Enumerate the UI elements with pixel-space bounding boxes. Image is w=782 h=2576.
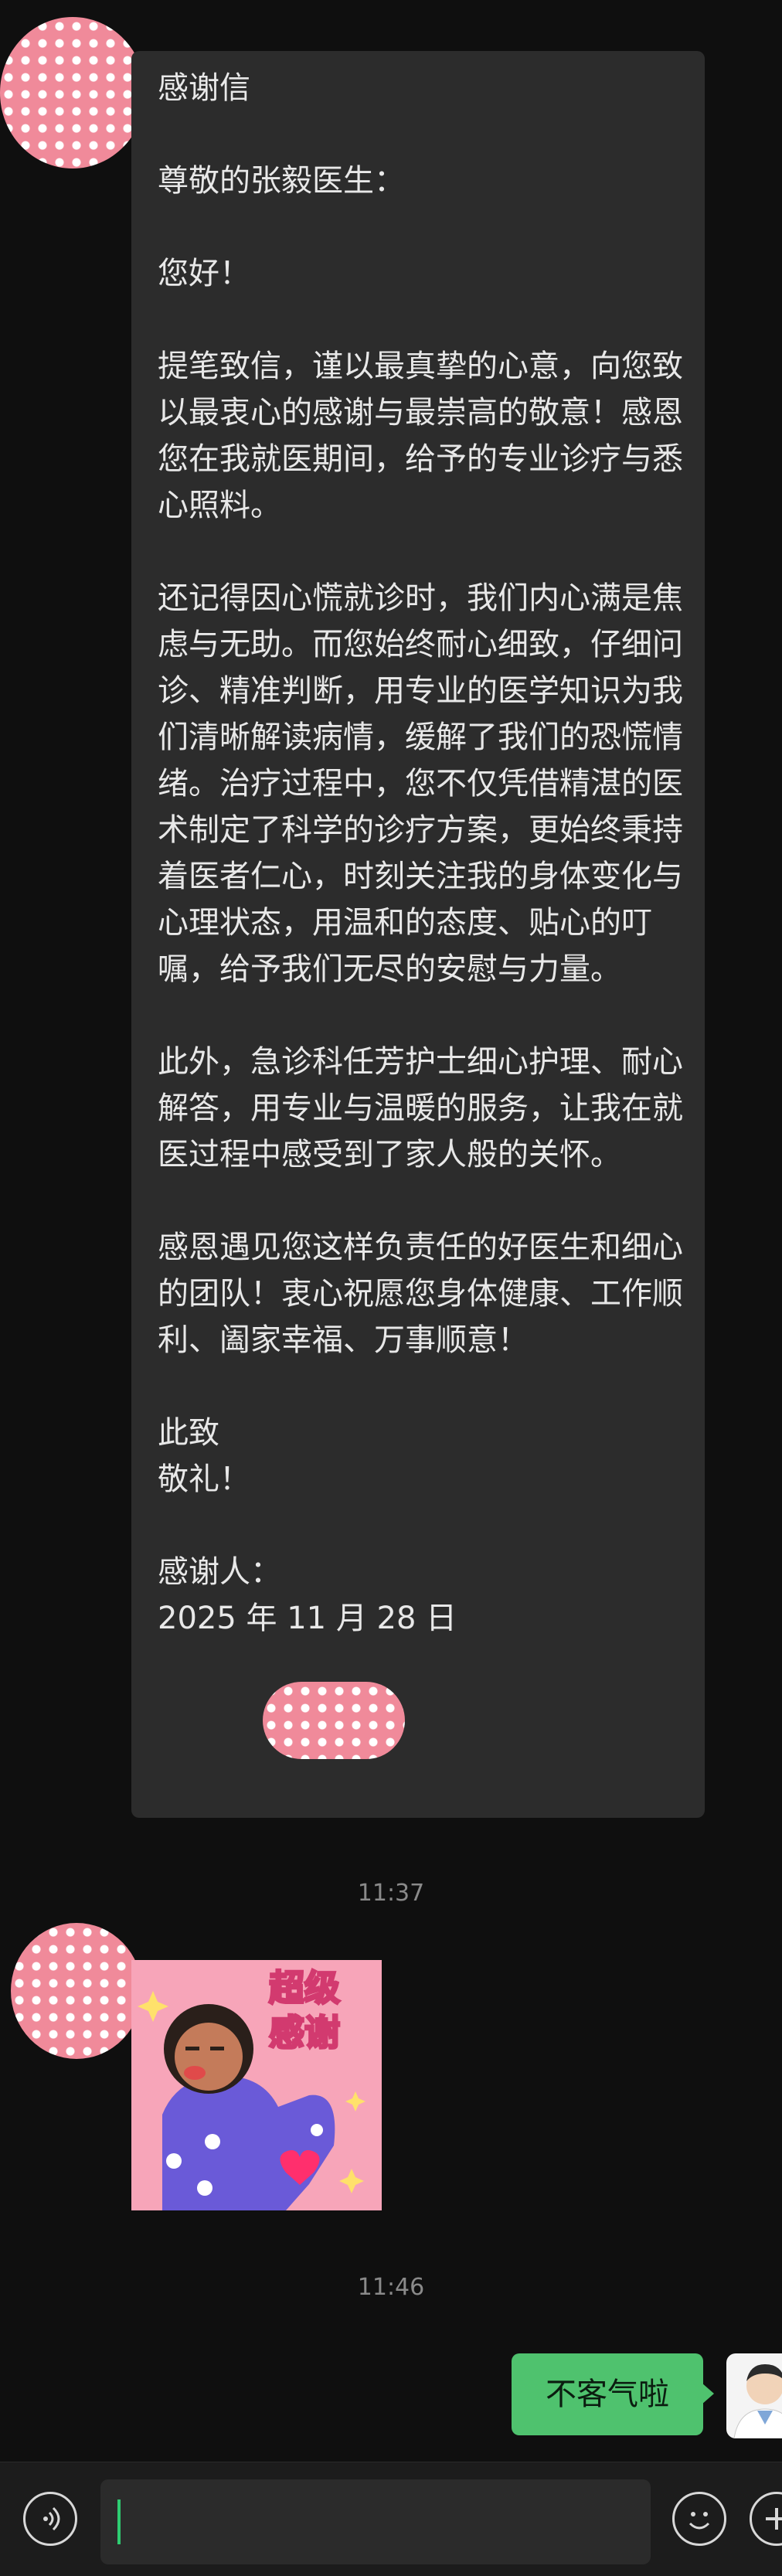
add-icon[interactable] <box>750 2492 782 2546</box>
outgoing-message-bubble[interactable]: 不客气啦 <box>512 2353 714 2435</box>
letter-paragraph-2: 还记得因心慌就诊时，我们内心满是焦虑与无助。而您始终耐心细致，仔细问诊、精准判断… <box>158 580 683 987</box>
letter-date: 2025 年 11 月 28 日 <box>158 1601 457 1636</box>
text-caret <box>117 2499 121 2544</box>
voice-icon[interactable] <box>23 2492 77 2546</box>
sender-avatar-redacted[interactable] <box>11 1923 142 2059</box>
timestamp: 11:37 <box>357 1880 425 1907</box>
letter-paragraph-1: 提笔致信，谨以最真挚的心意，向您致以最衷心的感谢与最崇高的敬意！感恩您在我就医期… <box>158 349 683 523</box>
letter-closing-2: 敬礼！ <box>158 1462 250 1497</box>
reply-text: 不客气啦 <box>546 2377 669 2412</box>
thank-you-sticker[interactable]: 超级 感谢 <box>131 1960 382 2210</box>
letter-salutation: 尊敬的张毅医生： <box>158 163 405 199</box>
doctor-avatar-icon <box>733 2364 782 2438</box>
letter-signature: 感谢人： <box>158 1554 281 1590</box>
sticker-illustration: 超级 感谢 <box>138 1966 366 2210</box>
letter-greeting: 您好！ <box>158 256 250 291</box>
letter-paragraph-3: 此外，急诊科任芳护士细心护理、耐心解答，用专业与温暖的服务，让我在就医过程中感受… <box>158 1044 683 1172</box>
my-avatar[interactable] <box>726 2353 782 2438</box>
letter-title: 感谢信 <box>158 70 250 106</box>
letter-text: 感谢信 尊敬的张毅医生： 您好！ 提笔致信，谨以最真挚的心意，向您致以最衷心的感… <box>158 65 691 1642</box>
signer-name-redacted <box>263 1682 405 1759</box>
sender-avatar-redacted[interactable] <box>0 17 145 168</box>
timestamp: 11:46 <box>357 2274 425 2301</box>
sticker-text-line-2: 感谢 <box>269 2012 340 2054</box>
sticker-text-line-1: 超级 <box>269 1967 340 2009</box>
chat-input-bar <box>0 2462 782 2576</box>
emoji-icon[interactable] <box>672 2492 726 2546</box>
letter-closing-1: 此致 <box>158 1415 219 1451</box>
message-input[interactable] <box>100 2479 651 2564</box>
letter-paragraph-4: 感恩遇见您这样负责任的好医生和细心的团队！衷心祝愿您身体健康、工作顺利、阖家幸福… <box>158 1230 683 1358</box>
